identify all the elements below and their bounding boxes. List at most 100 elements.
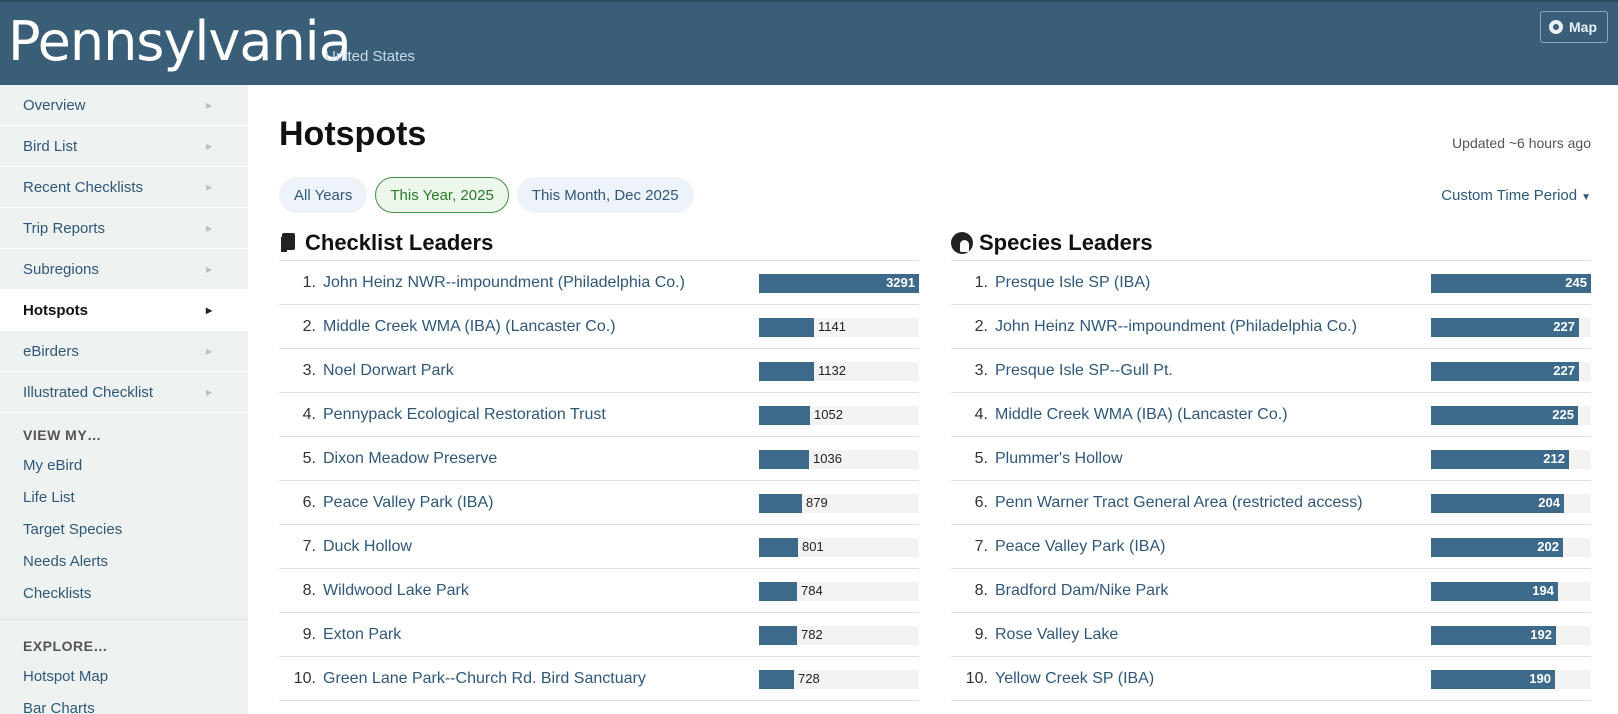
leader-bar-track: 1132 [759,362,919,381]
map-button[interactable]: Map [1540,11,1608,43]
leader-bar [759,494,802,513]
hotspot-link[interactable]: Middle Creek WMA (IBA) (Lancaster Co.) [323,318,616,336]
hotspot-link[interactable]: Noel Dorwart Park [323,362,454,380]
hotspot-link[interactable]: Wildwood Lake Park [323,582,469,600]
leader-bar-track: 190 [1431,670,1591,689]
region-title: Pennsylvania [8,10,352,73]
leader-rank: 6. [974,493,988,511]
view-my-link-target-species[interactable]: Target Species [0,513,248,545]
chevron-right-icon: ▸ [205,98,212,112]
checklist-icon [279,232,299,253]
sidebar-item-label: Illustrated Checklist [23,383,154,401]
chevron-right-icon: ▸ [205,262,212,276]
leader-rank: 5. [974,449,988,467]
hotspot-link[interactable]: Penn Warner Tract General Area (restrict… [995,494,1363,512]
explore-link-bar-charts[interactable]: Bar Charts [0,692,248,714]
leader-bar-track: 728 [759,670,919,689]
leader-bar-value: 782 [801,627,823,642]
leader-rank: 9. [974,625,988,643]
leader-row: 3. Noel Dorwart Park 1132 [279,349,919,393]
hotspot-link[interactable]: John Heinz NWR--impoundment (Philadelphi… [323,274,685,292]
sidebar-item-overview[interactable]: Overview ▸ [0,85,248,126]
leader-bar-track: 194 [1431,582,1591,601]
page-title: Hotspots [279,115,427,153]
leader-rank: 8. [302,581,316,599]
leader-row: 8. Wildwood Lake Park 784 [279,569,919,613]
view-my-heading: VIEW MY… [23,427,102,443]
leader-rank: 2. [974,317,988,335]
sidebar-item-label: Subregions [23,260,99,278]
hotspot-link[interactable]: Duck Hollow [323,538,412,556]
sidebar-item-subregions[interactable]: Subregions ▸ [0,249,248,290]
explore-heading: EXPLORE… [23,638,108,654]
leader-row: 10. Yellow Creek SP (IBA) 190 [951,657,1591,701]
caret-down-icon: ▼ [1581,192,1591,203]
sidebar-divider [0,619,248,620]
sidebar-item-label: Trip Reports [23,219,105,237]
region-country[interactable]: United States [325,48,415,65]
leader-bar-value: 1036 [813,451,842,466]
period-pill-this-month-dec-2025[interactable]: This Month, Dec 2025 [516,177,694,213]
species-leaders-list: 1. Presque Isle SP (IBA) 245 2. John Heinz N… [951,261,1591,701]
hotspot-link[interactable]: Plummer's Hollow [995,450,1123,468]
hotspot-link[interactable]: Green Lane Park--Church Rd. Bird Sanctua… [323,670,646,688]
hotspot-link[interactable]: Exton Park [323,626,401,644]
sidebar-item-bird-list[interactable]: Bird List ▸ [0,126,248,167]
sidebar-item-recent-checklists[interactable]: Recent Checklists ▸ [0,167,248,208]
leader-bar-value: 192 [1530,627,1552,642]
view-my-link-checklists[interactable]: Checklists [0,577,248,609]
sidebar-item-ebirders[interactable]: eBirders ▸ [0,331,248,372]
leader-bar-track: 782 [759,626,919,645]
leader-row: 8. Bradford Dam/Nike Park 194 [951,569,1591,613]
hotspot-link[interactable]: John Heinz NWR--impoundment (Philadelphi… [995,318,1357,336]
period-pill-all-years[interactable]: All Years [279,177,368,213]
leader-rank: 5. [302,449,316,467]
explore-link-hotspot-map[interactable]: Hotspot Map [0,660,248,692]
sidebar-item-label: Bird List [23,137,78,155]
hotspot-link[interactable]: Peace Valley Park (IBA) [995,538,1165,556]
sidebar-item-hotspots[interactable]: Hotspots ▸ [0,290,248,331]
view-my-link-my-ebird[interactable]: My eBird [0,449,248,481]
leader-bar-track: 227 [1431,318,1591,337]
checklist-leaders-title: Checklist Leaders [305,229,494,255]
leader-bar [759,538,798,557]
leader-bar-value: 879 [806,495,828,510]
custom-time-period-dropdown[interactable]: Custom Time Period ▼ [1441,187,1591,204]
hotspot-link[interactable]: Rose Valley Lake [995,626,1118,644]
sidebar-item-trip-reports[interactable]: Trip Reports ▸ [0,208,248,249]
view-my-link-needs-alerts[interactable]: Needs Alerts [0,545,248,577]
checklist-leaders-section: Checklist Leaders 1. John Heinz NWR--impo… [279,225,919,701]
leader-bar [759,450,809,469]
sidebar-item-label: Overview [23,96,86,114]
bird-icon [951,231,973,254]
hotspot-link[interactable]: Presque Isle SP--Gull Pt. [995,362,1173,380]
leader-rank: 7. [302,537,316,555]
hotspot-link[interactable]: Pennypack Ecological Restoration Trust [323,406,606,424]
hotspot-link[interactable]: Presque Isle SP (IBA) [995,274,1150,292]
checklist-leaders-heading: Checklist Leaders [279,225,919,261]
hotspot-link[interactable]: Yellow Creek SP (IBA) [995,670,1154,688]
leader-bar [759,626,797,645]
sidebar-item-illustrated-checklist[interactable]: Illustrated Checklist ▸ [0,372,248,413]
leader-bar-value: 245 [1565,275,1587,290]
leader-row: 7. Duck Hollow 801 [279,525,919,569]
leader-bar-track: 879 [759,494,919,513]
leader-bar-value: 202 [1537,539,1559,554]
hotspot-link[interactable]: Dixon Meadow Preserve [323,450,497,468]
view-my-link-life-list[interactable]: Life List [0,481,248,513]
leader-row: 2. John Heinz NWR--impoundment (Philadelp… [951,305,1591,349]
leader-bar-value: 1052 [814,407,843,422]
leader-bar [759,318,814,337]
leader-rank: 3. [302,361,316,379]
chevron-right-icon: ▸ [205,344,212,358]
leader-bar-track: 212 [1431,450,1591,469]
leader-rank: 1. [974,273,988,291]
period-pill-this-year-2025[interactable]: This Year, 2025 [375,177,509,213]
leader-bar-value: 1141 [818,319,846,334]
leader-row: 9. Exton Park 782 [279,613,919,657]
hotspot-link[interactable]: Middle Creek WMA (IBA) (Lancaster Co.) [995,406,1288,424]
hotspot-link[interactable]: Peace Valley Park (IBA) [323,494,493,512]
map-button-label: Map [1569,19,1597,35]
hotspot-link[interactable]: Bradford Dam/Nike Park [995,582,1168,600]
sidebar-item-label: Recent Checklists [23,178,144,196]
